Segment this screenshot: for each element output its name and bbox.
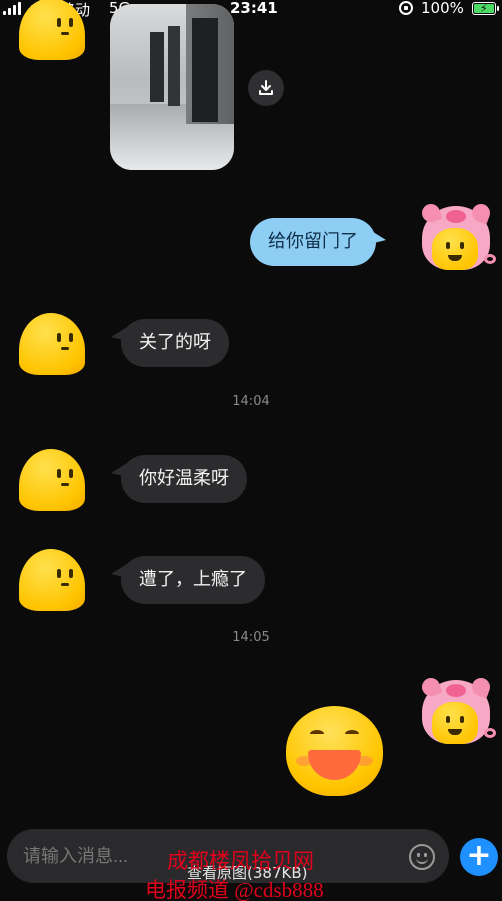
message-bubble-incoming[interactable]: 遭了，上瘾了 [111, 556, 265, 604]
lock-rotation-icon [399, 1, 413, 15]
plus-icon[interactable]: + [460, 838, 498, 876]
battery-icon: ⚡ [472, 2, 499, 15]
sticker-message[interactable] [286, 706, 383, 796]
contact-avatar[interactable] [19, 313, 85, 375]
user-avatar[interactable] [418, 201, 498, 280]
message-timestamp: 14:05 [232, 630, 270, 645]
watermark-line-1: 成都楼凤拾贝网 [167, 849, 314, 873]
message-bubble-incoming[interactable]: 关了的呀 [111, 319, 229, 367]
status-time: 23:41 [230, 0, 278, 17]
download-icon [259, 80, 273, 95]
contact-avatar[interactable] [19, 549, 85, 611]
message-bubble-outgoing[interactable]: 给你留门了 [250, 218, 386, 266]
battery-percent: 100% [421, 0, 464, 17]
watermark-line-2: 电报频道 @cdsb888 [145, 878, 324, 901]
emoji-icon[interactable] [409, 844, 435, 870]
message-bubble-incoming[interactable]: 你好温柔呀 [111, 455, 247, 503]
user-avatar[interactable] [418, 675, 498, 754]
contact-avatar[interactable] [19, 0, 85, 60]
contact-avatar[interactable] [19, 449, 85, 511]
image-message[interactable] [110, 4, 234, 170]
download-button[interactable] [248, 70, 284, 106]
message-timestamp: 14:04 [232, 394, 270, 409]
